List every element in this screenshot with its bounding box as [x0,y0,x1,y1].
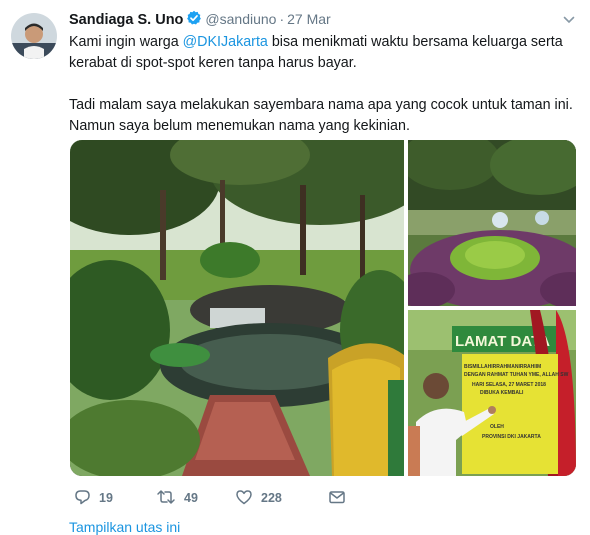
sign-line: DIBUKA KEMBALI [480,390,524,396]
flower-garden-photo[interactable] [395,140,576,310]
tweet-header: Sandiaga S. Uno @sandiuno · 27 Mar [69,10,331,30]
tweet: Sandiaga S. Uno @sandiuno · 27 Mar Kami ing… [0,0,590,535]
avatar[interactable] [11,13,57,59]
envelope-icon [328,489,346,508]
media-grid: LAMAT DATA BISMILLAHIRRAHMANIRRAHIIM DEN… [70,140,576,476]
media-grid-graphics: LAMAT DATA BISMILLAHIRRAHMANIRRAHIIM DEN… [70,140,576,476]
park-pond-photo[interactable] [70,140,430,476]
like-button[interactable]: 228 [235,488,282,508]
author-handle[interactable]: @sandiuno [205,11,276,27]
separator-dot: · [279,11,285,27]
tweet-text: Kami ingin warga @DKIJakarta bisa menikm… [69,32,579,137]
author-name[interactable]: Sandiaga S. Uno [69,12,183,28]
reply-icon [74,489,91,508]
sign-line: BISMILLAHIRRAHMANIRRAHIIM [464,364,541,370]
heart-icon [235,489,253,508]
sign-line: HARI SELASA, 27 MARET 2018 [472,382,546,388]
sign-line: PROVINSI DKI JAKARTA [482,434,541,440]
tweet-text-part: Kami ingin warga [69,34,183,50]
reply-button[interactable]: 19 [74,488,113,508]
tweet-paragraph-2: Tadi malam saya melakukan sayembara nama… [69,97,573,134]
retweet-icon [156,489,176,508]
avatar-image [11,13,57,59]
sign-line: DENGAN RAHMAT TUHAN YME, ALLAH SW [464,372,569,378]
tweet-actions: 19 49 228 [70,488,570,508]
retweet-count: 49 [184,491,198,505]
verified-badge-icon [186,10,202,30]
like-count: 228 [261,491,282,505]
tweet-date[interactable]: 27 Mar [287,11,331,27]
direct-message-button[interactable] [328,488,346,508]
chevron-down-icon[interactable] [563,12,575,30]
sign-line: OLEH [490,424,504,430]
retweet-button[interactable]: 49 [156,488,198,508]
mention-link[interactable]: @DKIJakarta [183,34,268,50]
reply-count: 19 [99,491,113,505]
tweet-paragraph-1: Kami ingin warga @DKIJakarta bisa menikm… [69,32,579,74]
inauguration-sign-photo[interactable]: LAMAT DATA BISMILLAHIRRAHMANIRRAHIIM DEN… [408,310,576,476]
